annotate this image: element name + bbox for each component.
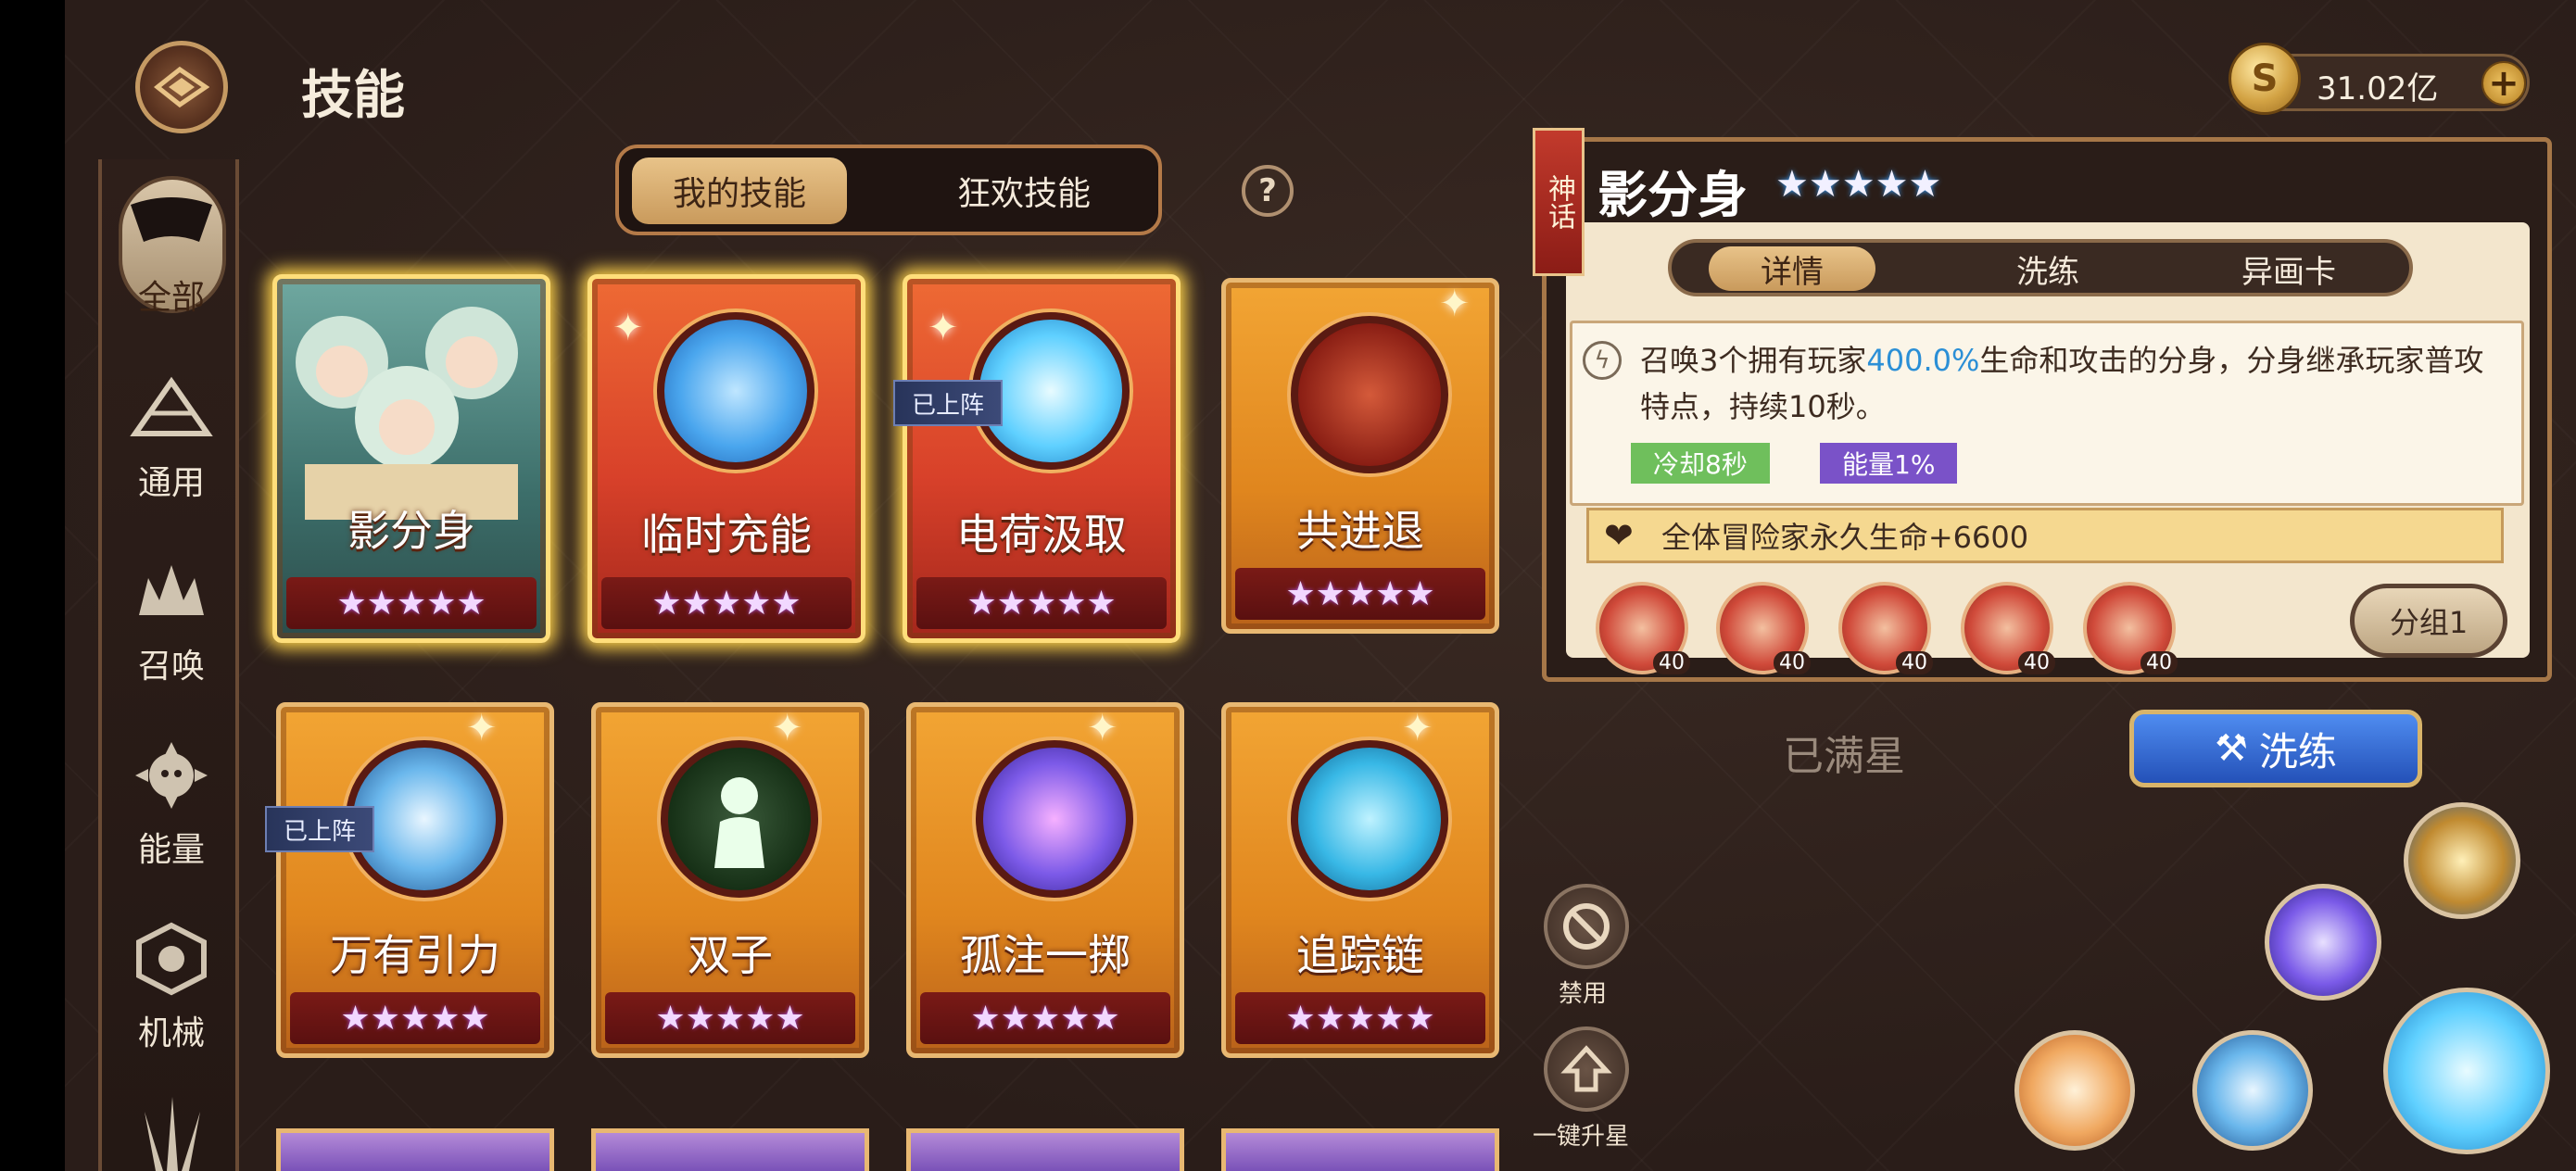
star-rating: ★★★★★ bbox=[605, 992, 855, 1044]
deployed-badge: 已上阵 bbox=[265, 806, 375, 852]
clone-portrait-icon bbox=[296, 307, 518, 520]
equipped-skill-charge-drain[interactable] bbox=[2383, 988, 2550, 1154]
group-button[interactable]: 分组1 bbox=[2350, 584, 2507, 658]
fist-icon bbox=[1291, 316, 1448, 473]
tab-my-skills[interactable]: 我的技能 bbox=[632, 157, 847, 224]
star-rating: ★★★★★ bbox=[916, 577, 1167, 629]
mech-icon bbox=[120, 917, 222, 1001]
skill-card-charge-drain[interactable]: ✦ 电荷汲取 ★★★★★ bbox=[903, 274, 1181, 643]
all-icon bbox=[120, 182, 222, 265]
coin-icon: S bbox=[2229, 43, 2301, 115]
sidebar-item-common[interactable]: 通用 bbox=[102, 367, 241, 524]
max-star-label: 已满星 bbox=[1783, 733, 1905, 780]
cooldown-badge: 冷却8秒 bbox=[1631, 443, 1770, 484]
skill-title: 影分身 bbox=[1597, 166, 1748, 224]
page-title: 技能 bbox=[301, 66, 405, 126]
star-rating: ★★★★★ bbox=[920, 992, 1170, 1044]
equipped-skill-gravity[interactable] bbox=[2192, 1030, 2313, 1151]
star-rating: ★★★★★ bbox=[1235, 992, 1485, 1044]
screen-edge bbox=[0, 0, 65, 1171]
swords-icon bbox=[145, 1097, 200, 1171]
skill-card-partial[interactable] bbox=[1221, 1128, 1499, 1171]
hammer-icon: ⚒ bbox=[2215, 727, 2248, 770]
disable-button[interactable] bbox=[1544, 884, 1629, 969]
star-rating: ★★★★★ bbox=[601, 577, 852, 629]
rarity-tag: 神话 bbox=[1533, 128, 1585, 276]
meditate-icon bbox=[1291, 740, 1448, 898]
skill-card-tracking-chain[interactable]: ✦ 追踪链 ★★★★★ bbox=[1221, 702, 1499, 1058]
twins-icon bbox=[661, 740, 818, 898]
crystal-icon bbox=[657, 312, 814, 470]
star-rating: ★★★★★ bbox=[1235, 568, 1485, 620]
tab-details[interactable]: 详情 bbox=[1709, 246, 1875, 291]
sidebar-item-energy[interactable]: 能量 bbox=[102, 734, 241, 891]
sidebar-item-more[interactable] bbox=[126, 1093, 219, 1171]
rune-slot-1[interactable]: 40 bbox=[1596, 582, 1690, 674]
star-rating: ★★★★★ bbox=[286, 577, 537, 629]
rune-slot-3[interactable]: 40 bbox=[1838, 582, 1933, 674]
equipped-skill-handshake[interactable] bbox=[2014, 1030, 2135, 1151]
refine-button[interactable]: ⚒ 洗练 bbox=[2129, 710, 2422, 787]
common-icon bbox=[120, 367, 222, 450]
upgrade-all-label: 一键升星 bbox=[1533, 1123, 1630, 1151]
skill-card-shadow-clone[interactable]: 影分身 ★★★★★ bbox=[272, 274, 550, 643]
tab-refine[interactable]: 洗练 bbox=[1964, 246, 2131, 291]
bond-bonus: ❤ 全体冒险家永久生命+6600 bbox=[1586, 508, 2504, 563]
energy-icon bbox=[120, 734, 222, 817]
currency-amount: 31.02亿 bbox=[2317, 70, 2439, 107]
title-star-rating: ★★★★★ bbox=[1775, 163, 1942, 206]
sidebar-item-mech[interactable]: 机械 bbox=[102, 917, 241, 1075]
summon-icon bbox=[120, 550, 222, 634]
equipped-skill-lightning[interactable] bbox=[2265, 884, 2381, 1001]
skill-card-partial[interactable] bbox=[591, 1128, 869, 1171]
rune-slot-5[interactable]: 40 bbox=[2083, 582, 2178, 674]
sidebar-item-all[interactable]: 全部 bbox=[102, 182, 241, 339]
skill-card-temp-charge[interactable]: ✦ 临时充能 ★★★★★ bbox=[587, 274, 865, 643]
skill-card-all-in[interactable]: ✦ 孤注一掷 ★★★★★ bbox=[906, 702, 1184, 1058]
deployed-badge: 已上阵 bbox=[893, 380, 1004, 426]
back-icon bbox=[154, 66, 209, 108]
lightning-icon: ϟ bbox=[1583, 341, 1622, 380]
sidebar-item-summon[interactable]: 召唤 bbox=[102, 550, 241, 708]
skill-card-together[interactable]: ✦ 共进退 ★★★★★ bbox=[1221, 278, 1499, 634]
skill-description: 召唤3个拥有玩家400.0%生命和攻击的分身，分身继承玩家普攻特点，持续10秒。 bbox=[1640, 343, 2484, 424]
back-button[interactable] bbox=[135, 41, 228, 133]
help-button[interactable]: ? bbox=[1242, 165, 1294, 217]
skill-card-twins[interactable]: ✦ 双子 ★★★★★ bbox=[591, 702, 869, 1058]
disable-label: 禁用 bbox=[1559, 980, 1608, 1008]
energy-badge: 能量1% bbox=[1820, 443, 1958, 484]
ban-icon bbox=[1563, 903, 1610, 950]
arrow-up-icon bbox=[1560, 1045, 1612, 1092]
skill-card-gravity[interactable]: ✦ 万有引力 ★★★★★ bbox=[276, 702, 554, 1058]
rune-slot-4[interactable]: 40 bbox=[1961, 582, 2055, 674]
equipped-skill-altar[interactable] bbox=[2404, 802, 2520, 919]
upgrade-all-button[interactable] bbox=[1544, 1026, 1629, 1112]
add-currency-button[interactable]: + bbox=[2481, 61, 2526, 106]
all-in-icon bbox=[976, 740, 1133, 898]
skill-card-partial[interactable] bbox=[906, 1128, 1184, 1171]
heart-icon: ❤ bbox=[1604, 515, 1634, 556]
star-rating: ★★★★★ bbox=[290, 992, 540, 1044]
tab-alt-art[interactable]: 异画卡 bbox=[2205, 246, 2372, 291]
tab-carnival-skills[interactable]: 狂欢技能 bbox=[908, 157, 1140, 224]
rune-slot-2[interactable]: 40 bbox=[1716, 582, 1811, 674]
skill-card-partial[interactable] bbox=[276, 1128, 554, 1171]
